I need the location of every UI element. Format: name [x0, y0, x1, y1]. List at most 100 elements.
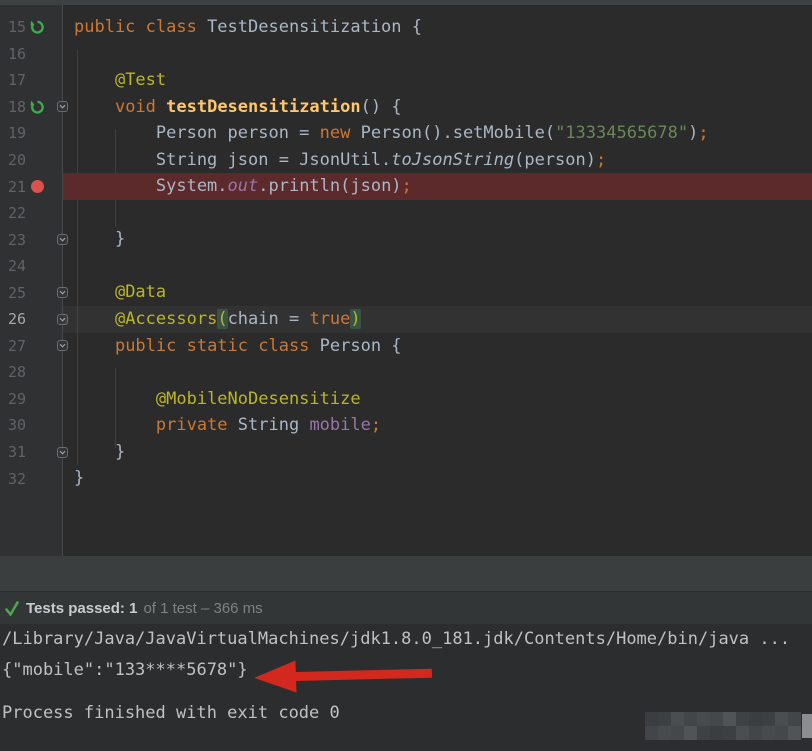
code-token: Person { — [319, 335, 402, 356]
scrollbar-fragment — [802, 714, 812, 738]
code-line[interactable]: @MobileNoDesensitize — [63, 386, 812, 413]
line-number: 27 — [7, 336, 26, 355]
console-line: /Library/Java/JavaVirtualMachines/jdk1.8… — [2, 629, 791, 649]
mosaic-tile — [749, 726, 762, 740]
mosaic-tile — [736, 712, 749, 726]
gutter: 15 16 17 18 19 20 21 22 23 24 25 26 27 28 29 30 31 32 — [0, 5, 68, 556]
code-line[interactable]: Person person = new Person().setMobile("… — [63, 120, 812, 147]
gutter-row: 32 — [0, 465, 63, 492]
code-token: System. — [74, 176, 228, 197]
fold-marker-icon[interactable] — [48, 234, 68, 246]
code-token: ) — [688, 123, 699, 144]
line-number: 25 — [7, 283, 26, 302]
gutter-row: 15 — [0, 14, 63, 41]
fold-marker-icon[interactable] — [48, 313, 68, 325]
code-line[interactable]: @Test — [63, 67, 812, 94]
code-token: ( — [217, 309, 228, 330]
code-token: ; — [401, 176, 412, 197]
fold-marker-icon[interactable] — [48, 287, 68, 299]
code-line[interactable] — [63, 359, 812, 386]
gutter-row: 20 — [0, 147, 63, 174]
code-line[interactable]: @Data — [63, 279, 812, 306]
gutter-row: 18 — [0, 94, 68, 121]
line-number: 29 — [7, 389, 26, 408]
mosaic-tile — [723, 712, 736, 726]
mosaic-tile — [645, 712, 658, 726]
gutter-row: 22 — [0, 200, 63, 227]
code-token: ; — [698, 123, 709, 144]
code-line[interactable]: @Accessors(chain = true) — [63, 306, 812, 333]
code-token: chain = — [227, 309, 310, 330]
code-line[interactable]: } — [63, 439, 812, 466]
code-line[interactable] — [63, 41, 812, 68]
mosaic-tile — [762, 726, 775, 740]
line-number: 22 — [7, 204, 26, 223]
line-number: 20 — [7, 151, 26, 169]
code-token: toJsonString — [391, 149, 515, 170]
code-token: void — [114, 96, 167, 117]
tests-passed-check-icon — [5, 600, 19, 616]
blurred-watermark — [645, 712, 801, 740]
line-number: 16 — [7, 44, 26, 63]
code-token: () { — [360, 96, 402, 117]
code-line[interactable]: private String mobile; — [63, 412, 812, 439]
code-token: private — [155, 415, 238, 436]
run-test-icon[interactable] — [26, 100, 48, 114]
mosaic-tile — [775, 712, 788, 726]
line-number: 18 — [7, 97, 26, 116]
gutter-row: 26 — [0, 306, 68, 333]
mosaic-tile — [684, 726, 697, 740]
code-token: .println(json) — [258, 176, 402, 197]
code-line[interactable]: String json = JsonUtil.toJsonString(pers… — [63, 147, 812, 174]
code-token: } — [74, 468, 85, 489]
mosaic-tile — [697, 726, 710, 740]
code-line[interactable]: } — [63, 465, 812, 492]
code-line[interactable]: } — [63, 226, 812, 253]
line-number: 30 — [7, 416, 26, 435]
mosaic-tile — [762, 712, 775, 726]
code-token: ; — [370, 415, 382, 436]
gutter-row: 30 — [0, 412, 63, 439]
gutter-rows: 15 16 17 18 19 20 21 22 23 24 25 26 27 28 29 30 31 32 — [0, 14, 68, 492]
mosaic-tile — [671, 712, 684, 726]
test-status-bar: Tests passed: 1 of 1 test – 366 ms — [0, 591, 812, 624]
line-number: 21 — [7, 177, 26, 196]
code-token: String json = JsonUtil. — [74, 149, 392, 170]
code-token: TestDesensitization { — [207, 17, 422, 37]
gutter-row: 17 — [0, 67, 63, 94]
code-token: } — [74, 229, 126, 250]
ide-window: 15 16 17 18 19 20 21 22 23 24 25 26 27 28 29 30 31 32 pub… — [0, 0, 812, 751]
mosaic-tile — [671, 726, 684, 740]
mosaic-tile — [710, 726, 723, 740]
fold-marker-icon[interactable] — [48, 101, 68, 113]
console-line: {"mobile":"133****5678"} — [2, 660, 248, 680]
code-line[interactable] — [63, 200, 812, 227]
mosaic-tile — [658, 726, 671, 740]
code-line[interactable] — [63, 253, 812, 280]
fold-marker-icon[interactable] — [48, 446, 68, 458]
gutter-row: 25 — [0, 279, 68, 306]
code-editor[interactable]: 15 16 17 18 19 20 21 22 23 24 25 26 27 28 29 30 31 32 pub… — [0, 5, 812, 556]
code-token: new — [319, 123, 361, 144]
code-line[interactable]: void testDesensitization() { — [63, 94, 812, 121]
code-line[interactable]: public static class Person { — [63, 333, 812, 360]
code-token: true — [309, 309, 351, 330]
run-test-icon[interactable] — [26, 20, 48, 34]
code-token: mobile — [309, 415, 371, 436]
red-arrow-annotation — [253, 660, 433, 693]
code-token: (person) — [514, 149, 596, 170]
code-token: @MobileNoDesensitize — [155, 388, 361, 409]
code-token: @Data — [114, 282, 167, 303]
fold-marker-icon[interactable] — [48, 340, 68, 352]
gutter-row: 19 — [0, 120, 63, 147]
code-line[interactable]: System.out.println(json); — [63, 173, 812, 200]
breakpoint-icon[interactable] — [26, 180, 48, 194]
code-lines[interactable]: public class TestDesensitization { @Test… — [63, 14, 812, 492]
code-token: Person().setMobile( — [360, 123, 556, 144]
code-line[interactable]: public class TestDesensitization { — [63, 14, 812, 41]
line-number: 31 — [7, 443, 26, 462]
code-token: } — [74, 441, 126, 462]
code-token: @Test — [114, 70, 167, 91]
